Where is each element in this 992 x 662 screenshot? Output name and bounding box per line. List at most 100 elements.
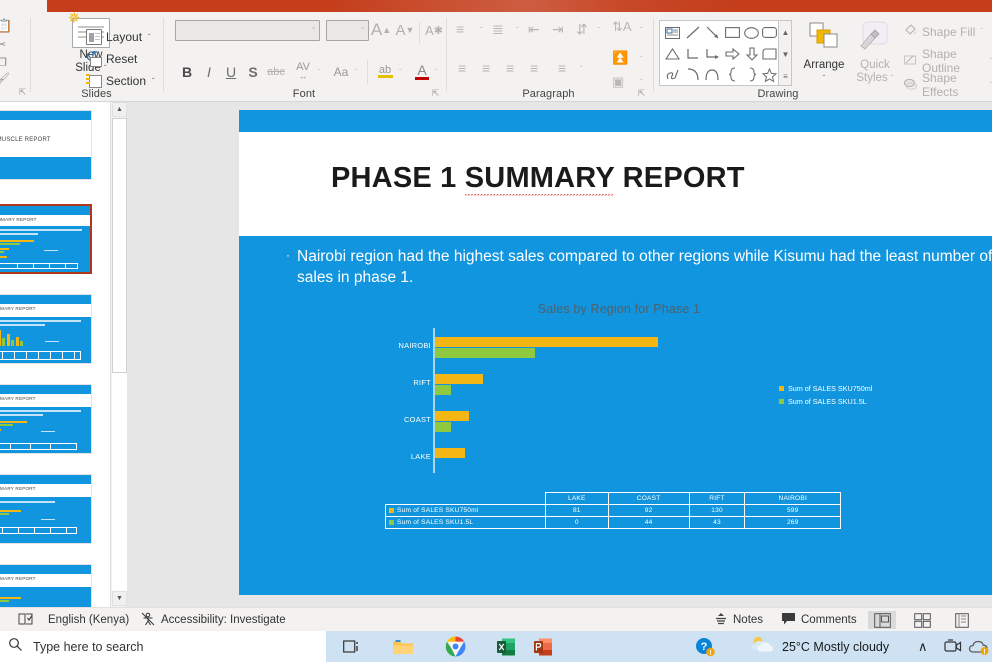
numbering-button[interactable]: ≣	[492, 21, 504, 38]
slide-thumbnail-pane[interactable]: MR MUSCLE REPORT 1 SUMMARY REPORT	[0, 102, 110, 607]
powerpoint-button[interactable]	[525, 631, 561, 662]
slide-canvas[interactable]: PHASE 1 SUMMARY REPORT · Nairobi region h…	[239, 110, 992, 595]
shape-textbox-icon[interactable]	[662, 22, 683, 43]
columns-button[interactable]: ≡	[558, 60, 566, 76]
align-left-button[interactable]: ≡	[458, 60, 466, 76]
increase-indent-button[interactable]: ⇥	[552, 21, 564, 38]
shape-star-icon[interactable]	[759, 64, 780, 85]
thumbnail-scrollbar[interactable]: ▲ ▼	[110, 102, 127, 607]
chart-bar-rift-sku750ml[interactable]	[434, 374, 483, 384]
format-painter-icon[interactable]: 🖌	[0, 72, 10, 85]
clear-all-formatting-button[interactable]: A ✱	[423, 19, 445, 41]
arrange-button[interactable]: Arrange ˇ	[797, 18, 851, 90]
spell-check-button[interactable]	[18, 608, 34, 632]
change-case-button[interactable]: Aa	[329, 62, 353, 82]
underline-button[interactable]: U	[221, 62, 241, 82]
task-view-button[interactable]	[334, 631, 370, 662]
shape-left-brace-icon[interactable]	[722, 64, 743, 85]
chart-bar-coast-sku15l[interactable]	[434, 422, 451, 432]
shape-scribble-icon[interactable]	[662, 64, 683, 85]
chart-bar-coast-sku750ml[interactable]	[434, 411, 469, 421]
shapes-gallery[interactable]	[659, 20, 779, 86]
font-size-combo[interactable]: ˇ	[326, 20, 369, 41]
align-center-button[interactable]: ≡	[482, 60, 490, 76]
align-right-button[interactable]: ≡	[506, 60, 514, 76]
slide-thumbnail-5[interactable]: 4 SUMMARY REPORT	[0, 474, 92, 544]
copy-icon[interactable]: ❐	[0, 56, 7, 69]
window-title-bar[interactable]	[0, 0, 992, 12]
shapes-more-button[interactable]: ≡	[779, 65, 792, 87]
slide-thumbnail-6[interactable]: 5 SUMMARY REPORT	[0, 564, 92, 607]
clipboard-dialog-launcher[interactable]: ⇱	[17, 87, 28, 98]
cut-icon[interactable]: ✂	[0, 38, 6, 51]
slide-title[interactable]: PHASE 1 SUMMARY REPORT	[331, 162, 951, 196]
slide-thumbnail-4[interactable]: 3 SUMMARY REPORT	[0, 384, 92, 454]
scroll-down-button[interactable]: ▼	[112, 591, 127, 606]
help-tray-icon[interactable]: ? !	[695, 631, 715, 662]
shape-rectangle-icon[interactable]	[722, 22, 743, 43]
chart-object[interactable]: Sales by Region for Phase 1 NAIROBI RIFT…	[379, 302, 872, 572]
character-spacing-button[interactable]: AV ↔	[290, 61, 316, 81]
slide-thumbnail-3[interactable]: 2 SUMMARY REPORT	[0, 294, 92, 364]
windows-search-box[interactable]: Type here to search	[0, 631, 326, 662]
accessibility-checker[interactable]: Accessibility: Investigate	[141, 608, 286, 632]
shape-elbow-connector-icon[interactable]	[682, 43, 703, 64]
align-text-button[interactable]: ⏫	[612, 50, 628, 66]
shape-triangle-icon[interactable]	[662, 43, 683, 64]
file-explorer-button[interactable]	[385, 631, 421, 662]
paragraph-dialog-launcher[interactable]: ⇱	[636, 88, 647, 99]
show-hidden-icons-button[interactable]: ∧	[918, 631, 928, 662]
onedrive-tray-icon[interactable]: !	[968, 631, 989, 662]
layout-button[interactable]: Layout ˇ	[86, 26, 151, 48]
notes-button[interactable]: Notes	[714, 608, 763, 632]
chart-legend-item-sku15l[interactable]: Sum of SALES SKU1.5L	[779, 397, 872, 406]
chevron-down-icon[interactable]: ˇ	[318, 68, 321, 77]
chart-bar-rift-sku15l[interactable]	[434, 385, 451, 395]
shape-elbow-arrow-connector-icon[interactable]	[702, 43, 723, 64]
quick-styles-button[interactable]: Quick Styles ˇ	[851, 18, 899, 90]
justify-button[interactable]: ≡	[530, 60, 538, 76]
increase-font-size-button[interactable]: A ▲	[370, 19, 392, 41]
view-normal-button[interactable]	[868, 611, 896, 629]
shape-arc-icon[interactable]	[682, 64, 703, 85]
text-highlight-color-button[interactable]: ab	[373, 60, 397, 82]
chevron-down-icon[interactable]: ˇ	[640, 78, 643, 87]
shape-rounded-rectangle-icon[interactable]	[759, 22, 780, 43]
decrease-indent-button[interactable]: ⇤	[528, 21, 540, 38]
slide-content-area[interactable]: · Nairobi region had the highest sales co…	[239, 236, 992, 595]
chevron-down-icon[interactable]: ˇ	[598, 26, 601, 35]
chrome-button[interactable]	[437, 631, 473, 662]
chart-data-table[interactable]: LAKE COAST RIFT NAIROBI Sum of SALES SKU…	[385, 492, 841, 529]
chevron-down-icon[interactable]: ˇ	[435, 68, 438, 77]
chevron-down-icon[interactable]: ˇ	[516, 26, 519, 35]
chevron-down-icon[interactable]: ˇ	[355, 68, 358, 77]
weather-widget[interactable]: 25°C Mostly cloudy	[750, 631, 889, 662]
reset-button[interactable]: Reset	[85, 47, 137, 70]
chart-bar-lake-sku750ml[interactable]	[434, 448, 465, 458]
chart-bar-nairobi-sku750ml[interactable]	[434, 337, 658, 347]
chevron-down-icon[interactable]: ˇ	[480, 26, 483, 35]
shape-line-arrow-icon[interactable]	[702, 22, 723, 43]
view-reading-button[interactable]	[948, 611, 976, 629]
chart-bar-nairobi-sku15l[interactable]	[434, 348, 535, 358]
language-indicator[interactable]: English (Kenya)	[48, 608, 129, 632]
scroll-up-button[interactable]: ▲	[112, 102, 127, 117]
comments-button[interactable]: Comments	[781, 608, 857, 632]
shape-effects-button[interactable]: Shape Effects ˇ	[903, 71, 992, 99]
line-spacing-button[interactable]: ⇵	[576, 21, 588, 38]
chart-legend-item-sku750ml[interactable]: Sum of SALES SKU750ml	[779, 384, 872, 393]
chevron-down-icon[interactable]: ˇ	[640, 55, 643, 64]
font-color-button[interactable]: A	[411, 60, 433, 82]
view-slide-sorter-button[interactable]	[908, 611, 936, 629]
shapes-scroll-up-button[interactable]: ▲	[779, 21, 792, 43]
slide-bullet-paragraph[interactable]: · Nairobi region had the highest sales co…	[286, 246, 992, 288]
chevron-down-icon[interactable]: ˇ	[580, 65, 583, 74]
text-shadow-button[interactable]: S	[243, 62, 263, 82]
decrease-font-size-button[interactable]: A ▼	[394, 19, 416, 41]
chevron-down-icon[interactable]: ˇ	[399, 68, 402, 77]
excel-button[interactable]	[488, 631, 524, 662]
bold-button[interactable]: B	[177, 62, 197, 82]
shape-right-arrow-icon[interactable]	[722, 43, 743, 64]
strikethrough-button[interactable]: abc	[264, 63, 288, 81]
italic-button[interactable]: I	[199, 62, 219, 82]
